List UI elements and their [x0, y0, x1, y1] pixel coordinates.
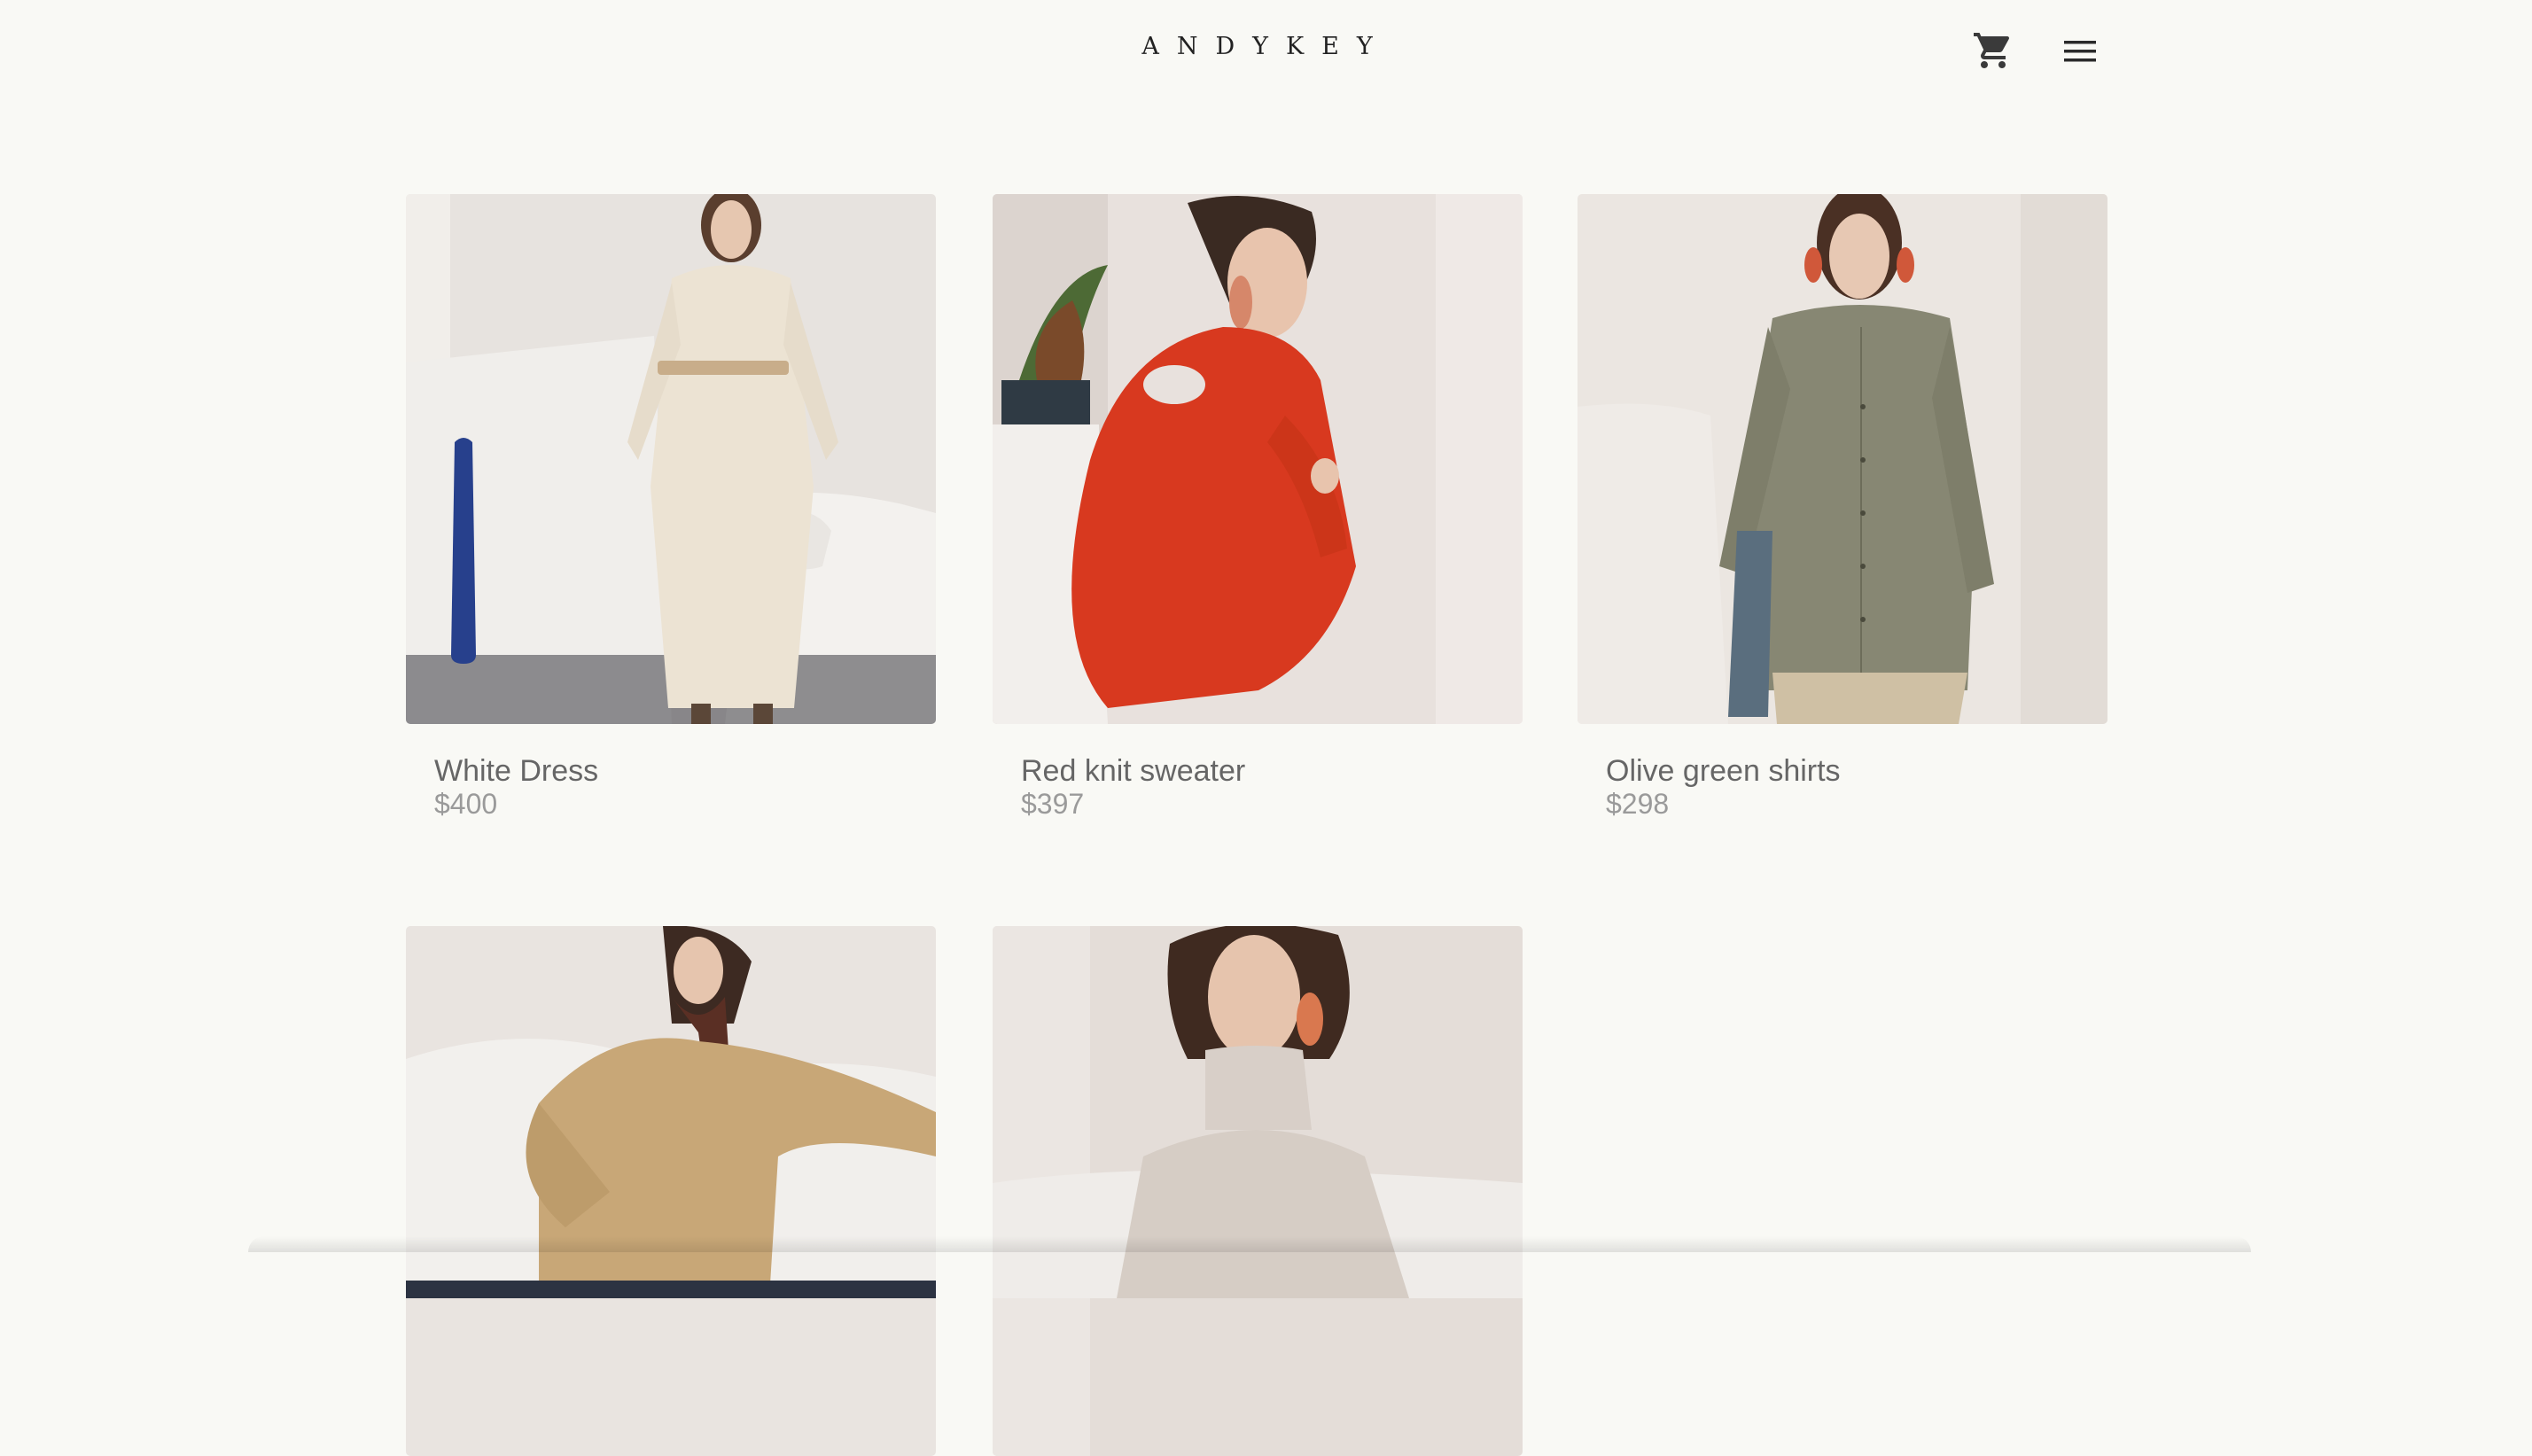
- brand-logo[interactable]: ANDYKEY: [1063, 33, 1469, 60]
- product-price: $298: [1606, 788, 1670, 820]
- menu-button[interactable]: [2056, 32, 2104, 71]
- product-image[interactable]: [406, 194, 936, 724]
- hamburger-menu-icon: [2064, 41, 2096, 62]
- product-image[interactable]: [1578, 194, 2107, 724]
- site-header: ANDYKEY: [0, 0, 2532, 102]
- product-name[interactable]: Red knit sweater: [1021, 754, 1245, 789]
- shopping-cart-icon: [1974, 33, 2010, 68]
- cart-button[interactable]: [1972, 29, 2014, 72]
- bottom-sheet-edge: [248, 1236, 2251, 1252]
- product-image[interactable]: [993, 194, 1523, 724]
- product-image[interactable]: [406, 926, 936, 1456]
- product-name[interactable]: White Dress: [434, 754, 598, 789]
- product-image[interactable]: [993, 926, 1523, 1456]
- product-name[interactable]: Olive green shirts: [1606, 754, 1841, 789]
- product-price: $400: [434, 788, 498, 820]
- product-price: $397: [1021, 788, 1085, 820]
